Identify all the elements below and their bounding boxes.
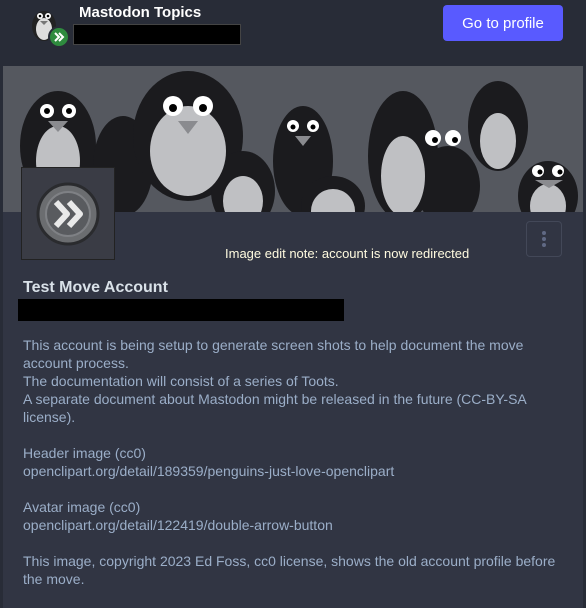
- moved-badge: [48, 26, 70, 48]
- bio-line: The documentation will consist of a seri…: [23, 373, 339, 389]
- bio-line: license).: [23, 409, 76, 425]
- display-name: Test Move Account: [23, 279, 168, 296]
- bio-paragraph: Header image (cc0) openclipart.org/detai…: [23, 444, 563, 480]
- bio-link[interactable]: openclipart.org/detail/189359/penguins-j…: [23, 463, 394, 479]
- bio-paragraph: This account is being setup to generate …: [23, 336, 563, 426]
- more-vertical-icon: [542, 231, 546, 247]
- bio-paragraph: This image, copyright 2023 Ed Foss, cc0 …: [23, 552, 563, 588]
- account-bio: This account is being setup to generate …: [23, 336, 563, 606]
- redacted-handle: [73, 24, 241, 45]
- bio-line: account process.: [23, 355, 129, 371]
- bio-line: Header image (cc0): [23, 445, 146, 461]
- bio-line: the move.: [23, 571, 85, 587]
- double-arrow-icon: [54, 32, 65, 42]
- redacted-account-handle: [18, 299, 344, 321]
- bio-line: Avatar image (cc0): [23, 499, 141, 515]
- bio-line: This image, copyright 2023 Ed Foss, cc0 …: [23, 553, 556, 569]
- image-edit-note: Image edit note: account is now redirect…: [225, 246, 470, 261]
- go-to-profile-button[interactable]: Go to profile: [443, 5, 563, 41]
- bio-line: A separate document about Mastodon might…: [23, 391, 527, 407]
- more-options-button[interactable]: [526, 221, 562, 257]
- double-arrow-button-icon: [22, 168, 114, 259]
- account-title: Mastodon Topics: [79, 4, 202, 21]
- top-bar: Mastodon Topics Go to profile: [0, 0, 586, 66]
- bio-line: This account is being setup to generate …: [23, 337, 524, 353]
- bio-link[interactable]: openclipart.org/detail/122419/double-arr…: [23, 517, 333, 533]
- account-avatar[interactable]: [21, 167, 115, 260]
- bio-paragraph: Avatar image (cc0) openclipart.org/detai…: [23, 498, 563, 534]
